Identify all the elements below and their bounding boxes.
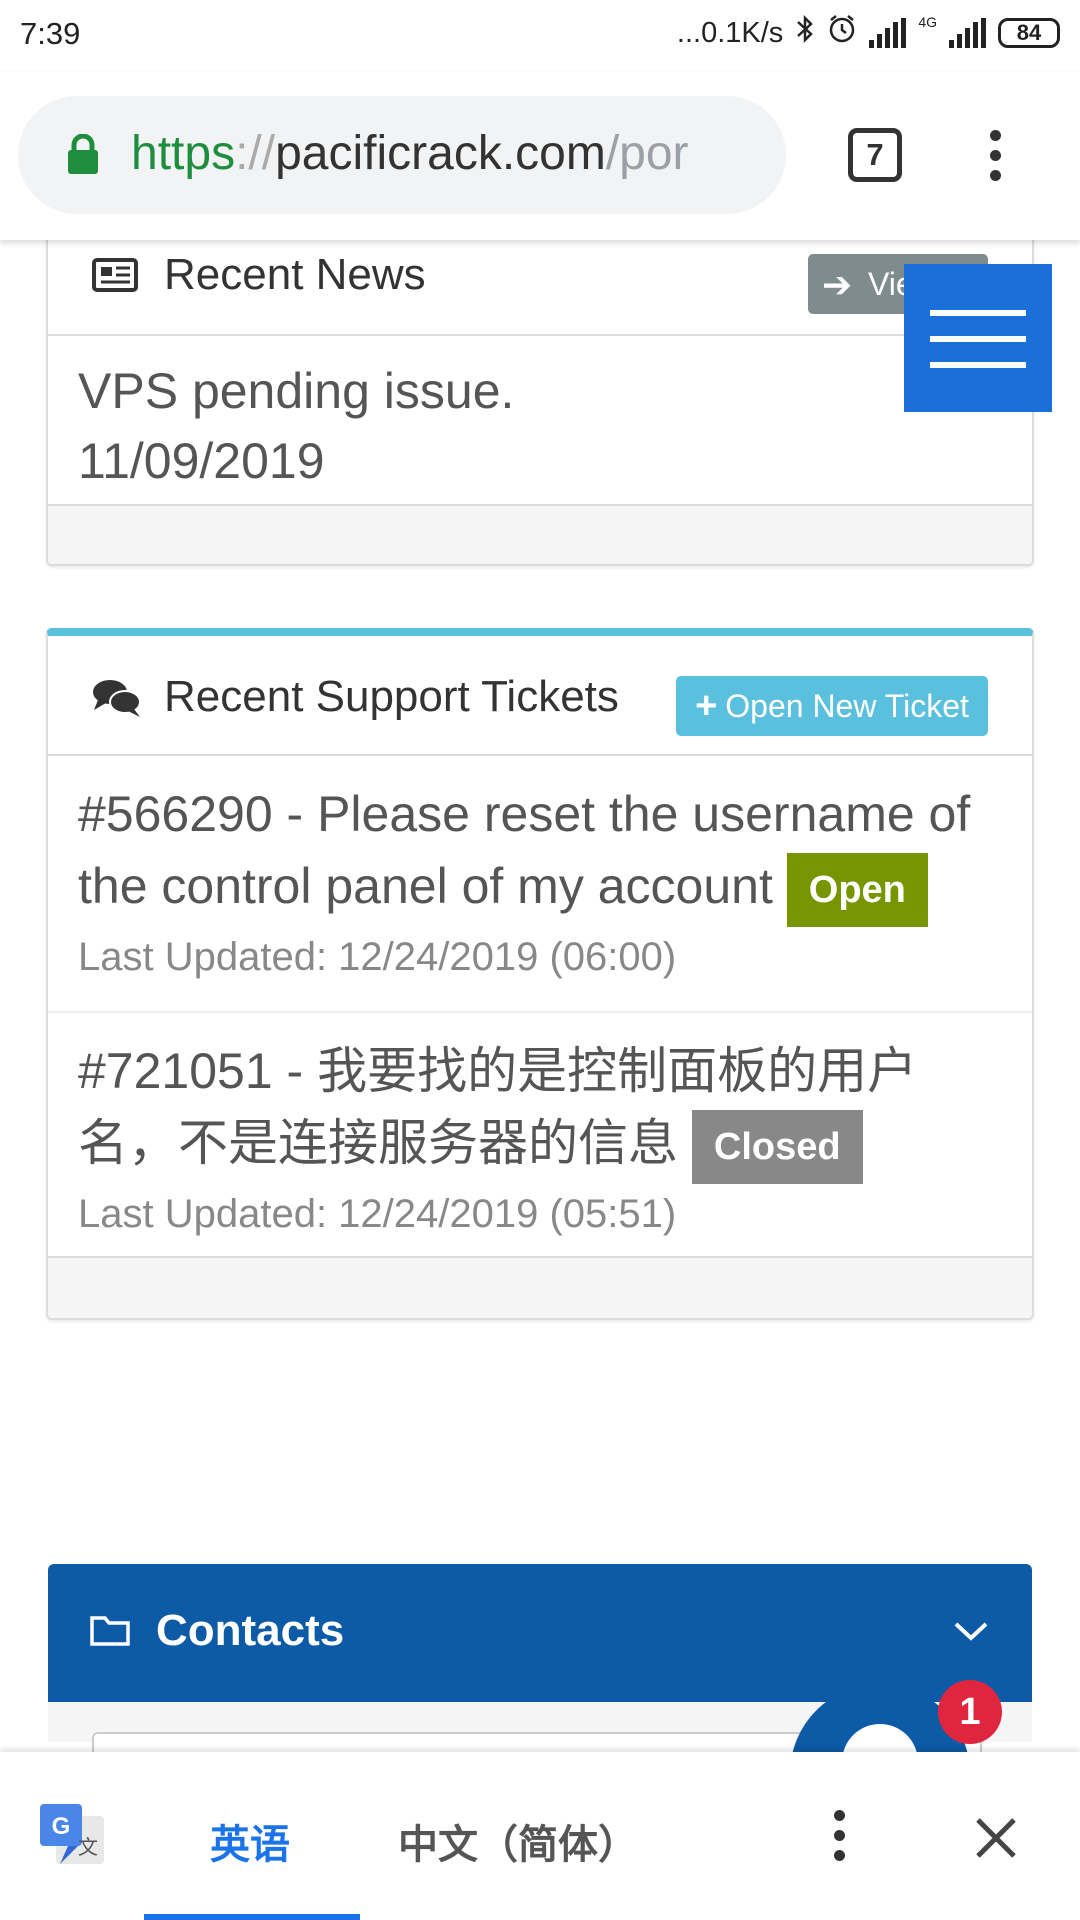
net-speed: ...0.1K/s <box>676 16 784 49</box>
browser-toolbar: https://pacificrack.com/por 7 <box>0 72 1080 240</box>
ticket-status-badge: Open <box>786 852 928 927</box>
folder-icon <box>90 1616 130 1646</box>
cell-signal-icon <box>949 18 986 48</box>
lock-icon <box>68 134 98 174</box>
news-headline: VPS pending issue. <box>78 363 515 419</box>
recent-tickets-header: Recent Support Tickets + Open New Ticket <box>48 636 1032 756</box>
ticket-last-updated: Last Updated: 12/24/2019 (05:51) <box>78 1191 677 1236</box>
close-icon[interactable] <box>972 1814 1020 1862</box>
bluetooth-icon <box>795 14 815 52</box>
ticket-row[interactable]: #721051 - 我要找的是控制面板的用户名，不是连接服务器的信息 Close… <box>48 1013 1032 1256</box>
url-host: pacificrack.com <box>275 127 606 180</box>
wifi-signal-icon <box>869 18 907 48</box>
google-translate-icon: G 文 <box>40 1804 104 1864</box>
browser-menu-button[interactable] <box>990 130 1001 181</box>
url-separator: :// <box>235 127 276 180</box>
phone-screen: 7:39 ...0.1K/s 4G 84 https://pacificrack… <box>0 0 1080 1920</box>
open-new-ticket-button[interactable]: + Open New Ticket <box>676 676 988 736</box>
translate-menu-button[interactable] <box>834 1810 845 1861</box>
recent-tickets-title: Recent Support Tickets <box>164 672 619 721</box>
news-date: 11/09/2019 <box>78 433 325 489</box>
recent-tickets-panel: Recent Support Tickets + Open New Ticket… <box>46 628 1034 1320</box>
ticket-last-updated: Last Updated: 12/24/2019 (06:00) <box>78 934 677 979</box>
notification-badge: 1 <box>938 1680 1002 1744</box>
open-new-ticket-label: Open New Ticket <box>725 687 969 724</box>
source-language-tab[interactable]: 英语 <box>210 1812 290 1870</box>
recent-news-title: Recent News <box>164 250 426 299</box>
url-scheme: https <box>131 127 236 180</box>
target-language-tab[interactable]: 中文（简体） <box>398 1812 638 1870</box>
translate-bar: G 文 英语 中文（简体） <box>0 1752 1080 1920</box>
recent-tickets-footer <box>48 1256 1032 1318</box>
hamburger-menu-button[interactable] <box>904 264 1052 412</box>
contacts-header[interactable]: Contacts <box>48 1564 1032 1702</box>
url-path: /por <box>605 127 689 180</box>
news-item[interactable]: VPS pending issue. 11/09/2019 <box>48 336 1032 504</box>
status-time: 7:39 <box>20 16 81 51</box>
newspaper-icon <box>92 258 138 292</box>
ticket-row[interactable]: #566290 - Please reset the username of t… <box>48 756 1032 1013</box>
recent-news-panel: Recent News ➔ Vie VPS pending issue. 11/… <box>46 200 1034 566</box>
svg-text:G: G <box>52 1813 71 1840</box>
address-bar[interactable]: https://pacificrack.com/por <box>18 96 786 214</box>
ticket-status-badge: Closed <box>691 1109 863 1184</box>
recent-news-footer <box>48 504 1032 564</box>
ticket-list: #566290 - Please reset the username of t… <box>48 756 1032 1256</box>
plus-icon: + <box>695 684 718 727</box>
tab-switcher-button[interactable]: 7 <box>848 128 902 182</box>
chevron-down-icon <box>954 1622 988 1641</box>
status-bar: 7:39 ...0.1K/s 4G 84 <box>0 0 1080 72</box>
active-tab-indicator <box>144 1914 360 1920</box>
contacts-title: Contacts <box>156 1606 345 1655</box>
svg-text:文: 文 <box>78 1835 98 1859</box>
alarm-icon <box>827 14 857 52</box>
arrow-right-icon: ➔ <box>822 264 853 305</box>
battery-icon: 84 <box>998 18 1060 48</box>
comments-icon <box>93 680 141 717</box>
url-text: https://pacificrack.com/por <box>131 126 689 181</box>
network-type: 4G <box>918 14 937 30</box>
status-icons: ...0.1K/s 4G 84 <box>677 14 1060 52</box>
